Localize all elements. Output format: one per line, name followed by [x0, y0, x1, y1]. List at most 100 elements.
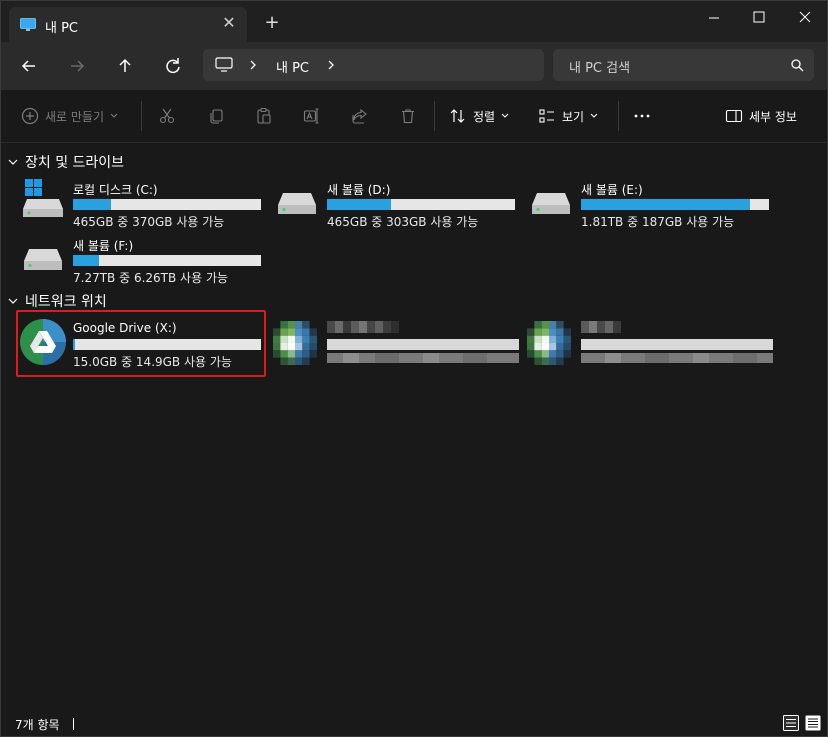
details-pane-icon: [725, 109, 743, 123]
sort-label: 정렬: [473, 109, 496, 124]
chevron-down-icon: [590, 113, 598, 118]
file-explorer-window: 내 PC ✕ + 내 PC 내 PC 검색 새로 만들기 정렬 보기 세부 정보…: [0, 0, 828, 737]
drive-f[interactable]: 새 볼륨 (F:) 7.27TB 중 6.26TB 사용 가능: [17, 235, 267, 285]
rename-button[interactable]: [303, 90, 321, 142]
share-button[interactable]: [351, 90, 369, 142]
drive-name: 로컬 디스크 (C:): [73, 183, 158, 197]
network-drive-icon: [273, 321, 317, 365]
rename-icon: [303, 108, 319, 124]
drive-e[interactable]: 새 볼륨 (E:) 1.81TB 중 187GB 사용 가능: [525, 179, 775, 229]
view-layout-icon: [539, 109, 554, 123]
drive-usage-fill: [581, 199, 751, 210]
new-button[interactable]: 새로 만들기: [21, 90, 118, 142]
details-pane-button[interactable]: 세부 정보: [725, 90, 797, 142]
drive-free-space: 465GB 중 303GB 사용 가능: [327, 215, 479, 229]
search-placeholder: 내 PC 검색: [569, 61, 631, 76]
title-bar: 내 PC ✕ +: [1, 1, 827, 42]
plus-circle-icon: [21, 107, 39, 125]
tab-title: 내 PC: [45, 21, 79, 36]
drive-c[interactable]: 로컬 디스크 (C:) 465GB 중 370GB 사용 가능: [17, 179, 267, 229]
status-divider: [73, 718, 74, 730]
chevron-down-icon: [8, 159, 18, 165]
group-header-network[interactable]: 네트워크 위치: [7, 291, 107, 311]
view-button[interactable]: 보기: [538, 90, 598, 142]
maximize-button[interactable]: [736, 5, 782, 29]
breadcrumb-this-pc[interactable]: 내 PC: [276, 57, 309, 76]
view-label: 보기: [562, 109, 585, 124]
monitor-icon: [20, 18, 36, 31]
toolbar-divider: [434, 101, 435, 131]
new-button-label: 새로 만들기: [45, 109, 105, 124]
chevron-down-icon: [501, 113, 509, 118]
status-bar: 7개 항목: [1, 712, 827, 736]
redacted-space: [581, 353, 773, 363]
close-window-button[interactable]: [782, 5, 828, 29]
details-label: 세부 정보: [749, 109, 797, 124]
group-title-devices: 장치 및 드라이브: [25, 155, 125, 171]
hard-drive-icon: [532, 193, 570, 214]
paste-button[interactable]: [255, 90, 273, 142]
forward-button[interactable]: [65, 54, 89, 78]
group-title-network: 네트워크 위치: [25, 294, 107, 310]
more-icon: [634, 114, 650, 118]
details-view-button[interactable]: [783, 715, 799, 731]
chevron-down-icon: [110, 113, 118, 118]
group-header-devices[interactable]: 장치 및 드라이브: [7, 152, 124, 172]
drive-usage-fill: [73, 255, 100, 266]
redacted-name: [581, 321, 621, 333]
drive-name: 새 볼륨 (D:): [327, 183, 391, 197]
redacted-space: [327, 353, 519, 363]
selection-highlight: [16, 310, 266, 377]
drive-usage-bar: [73, 255, 261, 266]
search-input[interactable]: 내 PC 검색: [553, 49, 814, 81]
tab-this-pc[interactable]: 내 PC ✕: [9, 7, 247, 42]
windows-drive-icon: [23, 179, 63, 217]
delete-button[interactable]: [399, 90, 417, 142]
hard-drive-icon: [24, 249, 62, 270]
drive-name: 새 볼륨 (F:): [73, 239, 134, 253]
redacted-name: [327, 321, 399, 333]
close-tab-icon[interactable]: ✕: [220, 14, 238, 32]
drive-d[interactable]: 새 볼륨 (D:) 465GB 중 303GB 사용 가능: [271, 179, 521, 229]
back-button[interactable]: [17, 54, 41, 78]
minimize-button[interactable]: [691, 5, 737, 29]
share-icon: [352, 108, 367, 124]
pc-icon: [215, 57, 233, 72]
navigation-bar: 내 PC 내 PC 검색: [1, 42, 827, 90]
redacted-usage-bar: [581, 339, 773, 350]
toolbar-divider: [141, 101, 142, 131]
sort-icon: [450, 109, 465, 123]
drive-usage-bar: [581, 199, 769, 210]
clipboard-icon: [257, 107, 271, 124]
drive-free-space: 7.27TB 중 6.26TB 사용 가능: [73, 271, 229, 285]
sort-button[interactable]: 정렬: [449, 90, 509, 142]
drive-usage-fill: [327, 199, 391, 210]
drive-usage-fill: [73, 199, 111, 210]
search-icon: [791, 59, 804, 72]
chevron-right-icon[interactable]: [247, 57, 259, 73]
drive-usage-bar: [73, 199, 261, 210]
tiles-view-button[interactable]: [805, 715, 821, 731]
drive-free-space: 465GB 중 370GB 사용 가능: [73, 215, 225, 229]
drive-name: 새 볼륨 (E:): [581, 183, 643, 197]
network-drive-icon: [527, 321, 571, 365]
refresh-button[interactable]: [161, 54, 185, 78]
copy-button[interactable]: [207, 90, 225, 142]
address-bar[interactable]: 내 PC: [203, 49, 544, 81]
more-options-button[interactable]: [633, 90, 651, 142]
drive-redacted-1[interactable]: [271, 319, 521, 369]
drive-usage-bar: [327, 199, 515, 210]
redacted-usage-bar: [327, 339, 519, 350]
cut-button[interactable]: [158, 90, 176, 142]
scissors-icon: [159, 108, 175, 124]
drive-free-space: 1.81TB 중 187GB 사용 가능: [581, 215, 735, 229]
hard-drive-icon: [278, 193, 316, 214]
command-bar: 새로 만들기 정렬 보기 세부 정보: [1, 90, 827, 143]
drive-redacted-2[interactable]: [525, 319, 775, 369]
chevron-right-icon[interactable]: [325, 57, 337, 73]
new-tab-button[interactable]: +: [263, 14, 281, 32]
chevron-down-icon: [8, 298, 18, 304]
toolbar-divider: [618, 101, 619, 131]
up-button[interactable]: [113, 54, 137, 78]
copy-icon: [210, 109, 223, 124]
